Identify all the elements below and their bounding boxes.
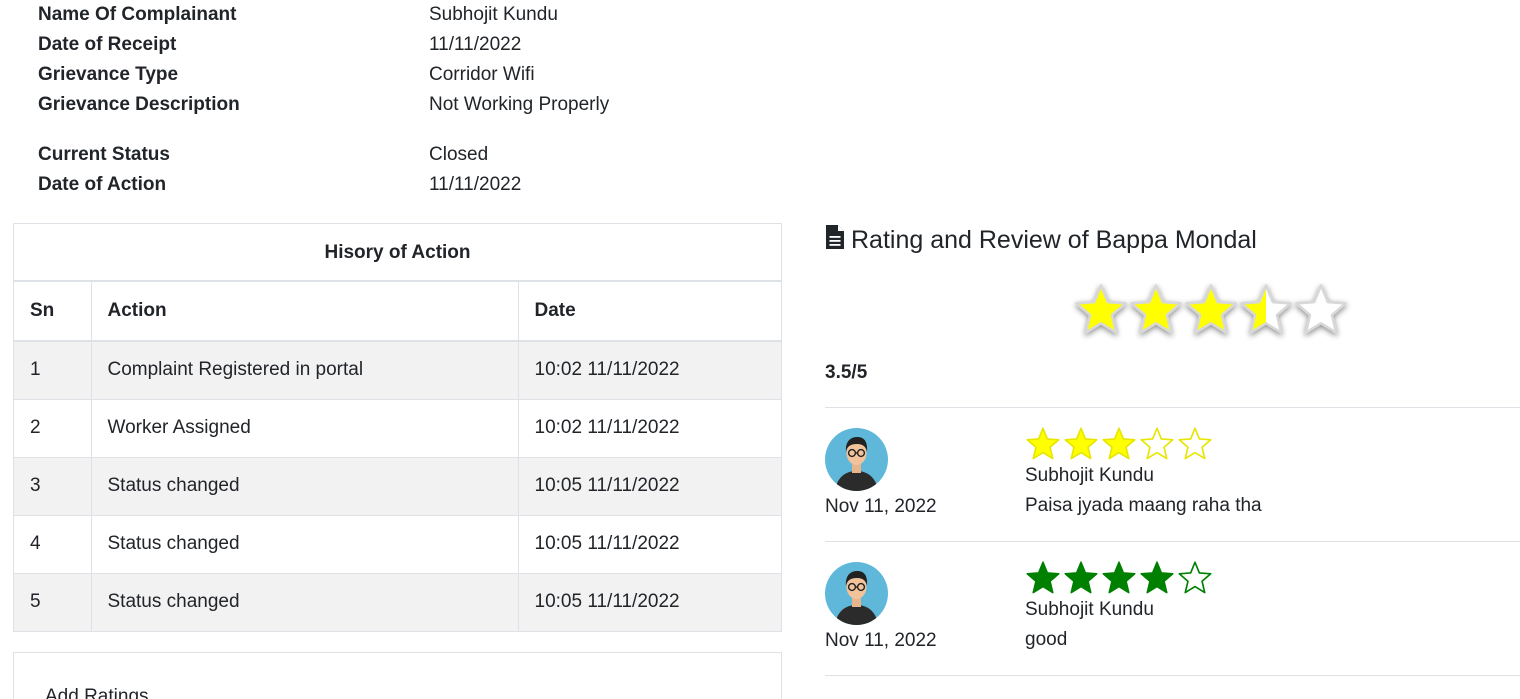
- review-item: Nov 11, 2022 Subhojit Kundu Paisa jyada …: [825, 407, 1520, 541]
- star-icon: [1295, 284, 1347, 334]
- star-icon: [1185, 284, 1237, 334]
- cell-date: 10:05 11/11/2022: [518, 457, 781, 516]
- star-icon: [1178, 427, 1212, 460]
- star-icon: [1140, 427, 1174, 460]
- cell-action: Complaint Registered in portal: [91, 341, 519, 400]
- cell-date: 10:02 11/11/2022: [518, 399, 781, 458]
- cell-action: Worker Assigned: [91, 399, 519, 458]
- review-text: good: [1025, 629, 1068, 650]
- review-date: Nov 11, 2022: [825, 496, 937, 517]
- history-title: Hisory of Action: [14, 224, 781, 282]
- detail-value: Subhojit Kundu: [429, 4, 558, 25]
- cell-action: Status changed: [91, 573, 519, 631]
- star-icon: [1102, 427, 1136, 460]
- star-icon: [1130, 284, 1182, 334]
- detail-value: Corridor Wifi: [429, 64, 535, 85]
- rating-review-title-text: Rating and Review of Bappa Mondal: [851, 226, 1257, 254]
- table-row: 5 Status changed 10:05 11/11/2022: [14, 573, 781, 631]
- table-row: 3 Status changed 10:05 11/11/2022: [14, 457, 781, 516]
- detail-value: Not Working Properly: [429, 94, 610, 115]
- star-icon: [1026, 427, 1060, 460]
- rating-review-title: Rating and Review of Bappa Mondal: [825, 224, 1257, 257]
- cell-date: 10:02 11/11/2022: [518, 341, 781, 400]
- history-table: Sn Action Date 1 Complaint Registered in…: [14, 282, 781, 631]
- cell-date: 10:05 11/11/2022: [518, 573, 781, 631]
- cell-action: Status changed: [91, 457, 519, 516]
- cell-sn: 4: [14, 515, 92, 574]
- star-icon: [1075, 284, 1127, 334]
- detail-label: Current Status: [38, 144, 170, 165]
- table-row: 1 Complaint Registered in portal 10:02 1…: [14, 341, 781, 400]
- cell-sn: 5: [14, 573, 92, 631]
- detail-label: Grievance Type: [38, 64, 179, 85]
- detail-label: Date of Receipt: [38, 34, 177, 55]
- reviewer-name: Subhojit Kundu: [1025, 599, 1154, 620]
- divider: [825, 675, 1520, 676]
- review-stars: [1025, 426, 1213, 462]
- history-panel: Hisory of Action Sn Action Date 1 Compla…: [13, 223, 782, 632]
- star-icon: [1026, 561, 1060, 594]
- avatar: [825, 428, 888, 491]
- average-rating-stars: [1073, 282, 1348, 338]
- review-stars: [1025, 560, 1213, 596]
- detail-label: Name Of Complainant: [38, 4, 237, 25]
- column-header-sn: Sn: [14, 282, 92, 342]
- table-row: 2 Worker Assigned 10:02 11/11/2022: [14, 399, 781, 458]
- detail-value: Closed: [429, 144, 489, 165]
- detail-value: 11/11/2022: [429, 174, 522, 195]
- review-item: Nov 11, 2022 Subhojit Kundu good: [825, 541, 1520, 675]
- star-icon: [1064, 561, 1098, 594]
- table-row: 4 Status changed 10:05 11/11/2022: [14, 515, 781, 574]
- cell-action: Status changed: [91, 515, 519, 574]
- star-icon: [1140, 561, 1174, 594]
- detail-value: 11/11/2022: [429, 34, 522, 55]
- column-header-date: Date: [518, 282, 781, 342]
- cell-sn: 1: [14, 341, 92, 400]
- star-icon: [1102, 561, 1136, 594]
- file-text-icon: [825, 224, 845, 257]
- cell-sn: 2: [14, 399, 92, 458]
- add-ratings-label[interactable]: Add Ratings: [45, 686, 149, 699]
- avatar: [825, 562, 888, 625]
- average-score: 3.5/5: [825, 362, 868, 383]
- reviewer-name: Subhojit Kundu: [1025, 465, 1154, 486]
- table-header-row: Sn Action Date: [14, 282, 781, 342]
- detail-label: Date of Action: [38, 174, 167, 195]
- cell-sn: 3: [14, 457, 92, 516]
- star-icon: [1178, 561, 1212, 594]
- add-ratings-panel[interactable]: Add Ratings: [13, 652, 782, 699]
- column-header-action: Action: [91, 282, 519, 342]
- star-icon: [1240, 284, 1292, 334]
- review-text: Paisa jyada maang raha tha: [1025, 495, 1262, 516]
- review-date: Nov 11, 2022: [825, 630, 937, 651]
- star-icon: [1064, 427, 1098, 460]
- detail-label: Grievance Description: [38, 94, 240, 115]
- cell-date: 10:05 11/11/2022: [518, 515, 781, 574]
